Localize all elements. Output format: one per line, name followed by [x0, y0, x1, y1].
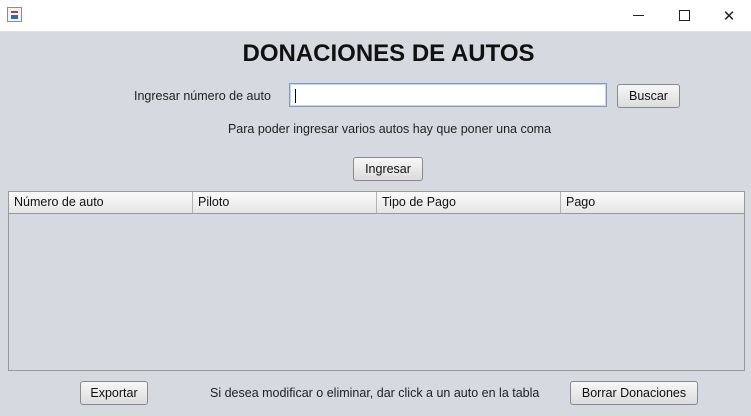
- page-title: DONACIONES DE AUTOS: [242, 40, 535, 67]
- minimize-button[interactable]: [615, 0, 661, 31]
- close-icon: ✕: [722, 6, 736, 25]
- comma-hint: Para poder ingresar varios autos hay que…: [227, 122, 552, 136]
- java-app-icon: [7, 7, 22, 22]
- clear-donations-button[interactable]: Borrar Donaciones: [570, 381, 698, 405]
- maximize-button[interactable]: [661, 0, 707, 31]
- title-bar: ✕: [0, 0, 751, 32]
- export-button[interactable]: Exportar: [80, 381, 148, 405]
- maximize-icon: [678, 10, 690, 21]
- column-header-numero[interactable]: Número de auto: [9, 192, 193, 213]
- car-number-input[interactable]: [290, 84, 606, 106]
- table-instruction: Si desea modificar o eliminar, dar click…: [210, 386, 540, 400]
- search-button[interactable]: Buscar: [617, 84, 680, 108]
- car-number-label: Ingresar número de auto: [134, 89, 271, 103]
- column-header-piloto[interactable]: Piloto: [193, 192, 377, 213]
- text-caret: [295, 89, 296, 103]
- table-header: Número de auto Piloto Tipo de Pago Pago: [9, 192, 744, 214]
- table-body[interactable]: [9, 214, 744, 370]
- column-header-tipo-pago[interactable]: Tipo de Pago: [377, 192, 561, 213]
- car-number-field[interactable]: [289, 83, 607, 107]
- close-button[interactable]: ✕: [706, 0, 751, 31]
- column-header-pago[interactable]: Pago: [561, 192, 744, 213]
- donations-table[interactable]: Número de auto Piloto Tipo de Pago Pago: [8, 191, 745, 371]
- add-button[interactable]: Ingresar: [353, 157, 423, 181]
- minimize-icon: [632, 15, 644, 16]
